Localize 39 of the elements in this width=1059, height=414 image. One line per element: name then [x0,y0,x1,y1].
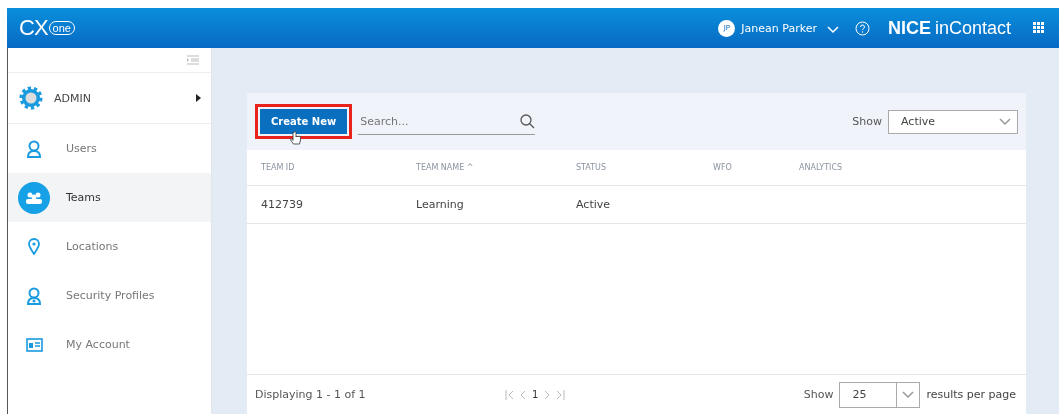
brand-logo: NICE inContact [887,17,1011,39]
first-page-icon[interactable] [505,389,514,400]
next-page-icon[interactable] [544,389,551,400]
column-header[interactable]: TEAM NAME ^ [416,163,576,172]
table-cell-text: Active [576,198,612,211]
team-icon [25,190,43,205]
show-label: Show [852,115,882,128]
column-header[interactable]: WFO [713,163,799,172]
collapse-menu-icon[interactable] [187,55,199,65]
location-pin-icon [28,238,40,255]
search-icon[interactable] [520,113,536,129]
user-profile-icon [26,286,42,305]
user-icon [26,139,42,158]
app-grid-icon[interactable] [1033,22,1045,34]
results-per-page-label: results per page [926,388,1016,401]
caret-icon [999,117,1011,126]
search-field[interactable]: Search... [358,113,521,129]
show-label: Show [803,388,834,401]
sidebar-item[interactable]: Teams [8,173,211,222]
user-name[interactable]: Janean Parker [741,21,817,35]
caret-icon [902,390,915,399]
table-cell-text: Learning [416,198,465,211]
help-icon[interactable] [854,20,870,36]
page-number[interactable]: 1 [532,389,539,400]
column-header[interactable]: ANALYTICS [799,163,1026,172]
last-page-icon[interactable] [556,389,566,400]
column-header[interactable]: TEAM ID [261,163,416,172]
displaying-count: Displaying 1 - 1 of 1 [255,388,367,401]
gear-icon [18,85,44,111]
user-menu-caret-icon [826,25,839,34]
column-header[interactable]: STATUS [576,163,713,172]
page-size-dropdown[interactable]: 25 [839,381,921,408]
previous-page-icon[interactable] [520,389,526,400]
create-new-button[interactable]: Create New [260,109,348,134]
id-card-icon [25,337,43,352]
table-cell-text: 412739 [261,198,304,211]
status-filter-dropdown[interactable]: Active [888,109,1018,134]
hand-cursor-icon [290,131,301,145]
logo: CX one [19,15,75,41]
